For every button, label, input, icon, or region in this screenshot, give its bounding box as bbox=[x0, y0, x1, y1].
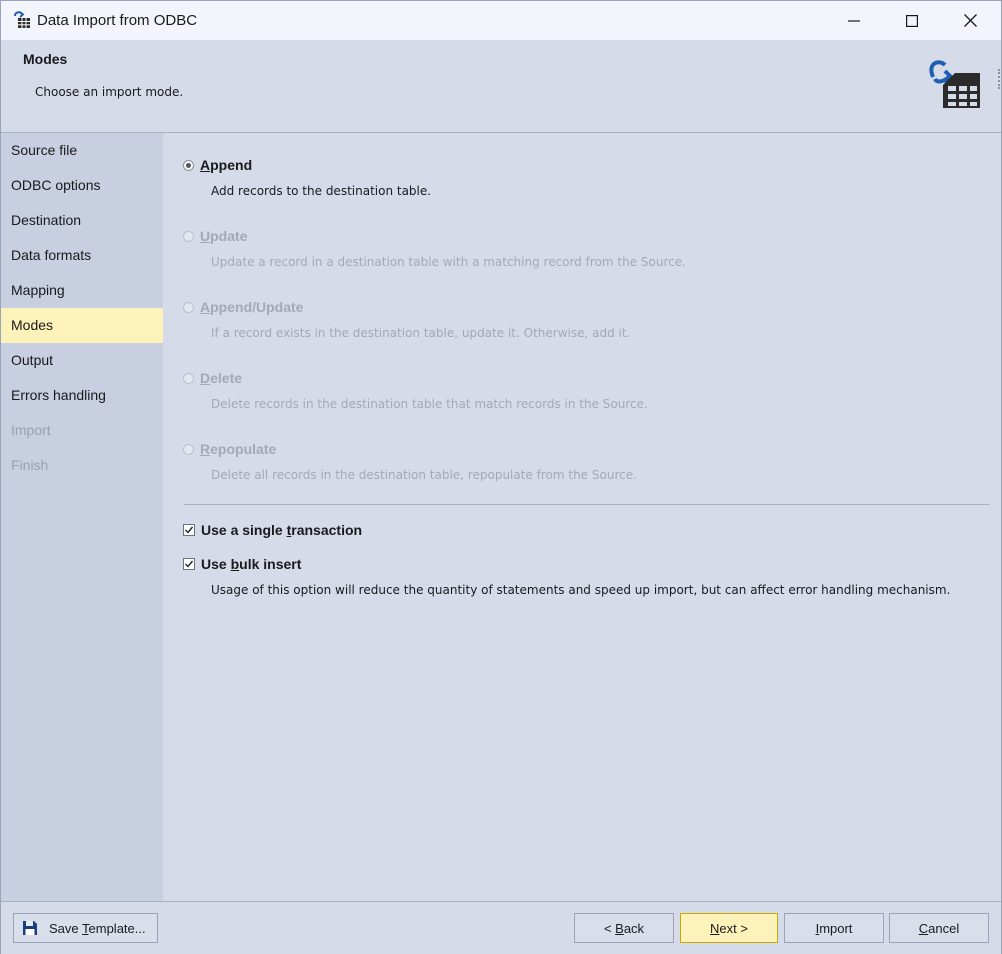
sidebar-item-data-formats[interactable]: Data formats bbox=[1, 238, 163, 273]
title-bar[interactable]: Data Import from ODBC bbox=[1, 1, 1001, 40]
bulk-insert-description: Usage of this option will reduce the qua… bbox=[211, 583, 951, 597]
cancel-button[interactable]: Cancel bbox=[889, 913, 989, 943]
mode-append-radio[interactable]: Append bbox=[183, 157, 252, 173]
next-button[interactable]: Next > bbox=[680, 913, 778, 943]
bulk-insert-checkbox[interactable]: Use bulk insert bbox=[183, 556, 301, 572]
sidebar-item-source-file[interactable]: Source file bbox=[1, 133, 163, 168]
wizard-header: Modes Choose an import mode. bbox=[1, 40, 1001, 133]
radio-indicator bbox=[183, 372, 194, 384]
mode-append-label: Append bbox=[200, 157, 253, 173]
sidebar-item-odbc-options[interactable]: ODBC options bbox=[1, 168, 163, 203]
floppy-disk-icon bbox=[23, 921, 37, 935]
save-template-label: Save Template... bbox=[49, 920, 146, 936]
sidebar-item-mapping[interactable]: Mapping bbox=[1, 273, 163, 308]
import-table-icon bbox=[929, 60, 980, 108]
mode-update-description: Update a record in a destination table w… bbox=[211, 255, 686, 269]
bulk-insert-label: Use bulk insert bbox=[201, 556, 302, 572]
mode-repopulate-radio: Repopulate bbox=[183, 441, 276, 457]
mode-delete-label: Delete bbox=[200, 370, 243, 386]
next-label: Next > bbox=[710, 920, 748, 936]
single-transaction-checkbox[interactable]: Use a single transaction bbox=[183, 522, 362, 538]
options-divider bbox=[184, 504, 990, 505]
import-button[interactable]: Import bbox=[784, 913, 884, 943]
app-import-icon bbox=[14, 11, 30, 28]
mode-repopulate-description: Delete all records in the destination ta… bbox=[211, 468, 637, 482]
sidebar-item-destination[interactable]: Destination bbox=[1, 203, 163, 238]
checkbox-indicator[interactable] bbox=[183, 558, 195, 570]
mode-append-update-description: If a record exists in the destination ta… bbox=[211, 326, 631, 340]
modes-panel: Append Add records to the destination ta… bbox=[163, 133, 1001, 901]
single-transaction-label: Use a single transaction bbox=[201, 522, 363, 538]
import-label: Import bbox=[815, 920, 853, 936]
mode-append-update-label: Append/Update bbox=[200, 299, 304, 315]
minimize-icon bbox=[848, 19, 860, 22]
sidebar-item-output[interactable]: Output bbox=[1, 343, 163, 378]
sidebar-item-import: Import bbox=[11, 422, 51, 438]
mode-update-radio: Update bbox=[183, 228, 247, 244]
sidebar-item-errors-handling[interactable]: Errors handling bbox=[1, 378, 163, 413]
radio-indicator[interactable] bbox=[183, 159, 194, 171]
maximize-icon bbox=[906, 14, 918, 27]
mode-delete-description: Delete records in the destination table … bbox=[211, 397, 648, 411]
checkbox-indicator[interactable] bbox=[183, 524, 195, 536]
back-button[interactable]: < Back bbox=[574, 913, 674, 943]
close-icon bbox=[963, 14, 977, 27]
save-template-button[interactable]: Save Template... bbox=[13, 913, 158, 943]
page-subtitle: Choose an import mode. bbox=[35, 85, 184, 99]
radio-indicator bbox=[183, 230, 194, 242]
mode-append-description: Add records to the destination table. bbox=[211, 184, 432, 198]
cancel-label: Cancel bbox=[918, 920, 960, 936]
wizard-steps-sidebar: Source file ODBC options Destination Dat… bbox=[1, 133, 163, 901]
page-title: Modes bbox=[23, 51, 68, 67]
back-label: < Back bbox=[603, 920, 645, 936]
sidebar-item-modes[interactable]: Modes bbox=[1, 308, 163, 343]
close-button[interactable] bbox=[941, 1, 999, 40]
minimize-button[interactable] bbox=[825, 1, 883, 40]
mode-delete-radio: Delete bbox=[183, 370, 242, 386]
import-wizard-window: Data Import from ODBC Modes Choose an im… bbox=[0, 0, 1002, 954]
mode-repopulate-label: Repopulate bbox=[200, 441, 277, 457]
radio-indicator bbox=[183, 443, 194, 455]
sidebar-item-finish: Finish bbox=[11, 457, 49, 473]
wizard-footer: Save Template... < Back Next > Import Ca… bbox=[1, 901, 1001, 954]
check-icon bbox=[185, 526, 194, 534]
maximize-button[interactable] bbox=[883, 1, 941, 40]
radio-indicator bbox=[183, 301, 194, 313]
window-title: Data Import from ODBC bbox=[37, 12, 198, 29]
resize-grip[interactable] bbox=[998, 69, 1002, 89]
check-icon bbox=[185, 560, 194, 568]
mode-append-update-radio: Append/Update bbox=[183, 299, 303, 315]
mode-update-label: Update bbox=[200, 228, 248, 244]
